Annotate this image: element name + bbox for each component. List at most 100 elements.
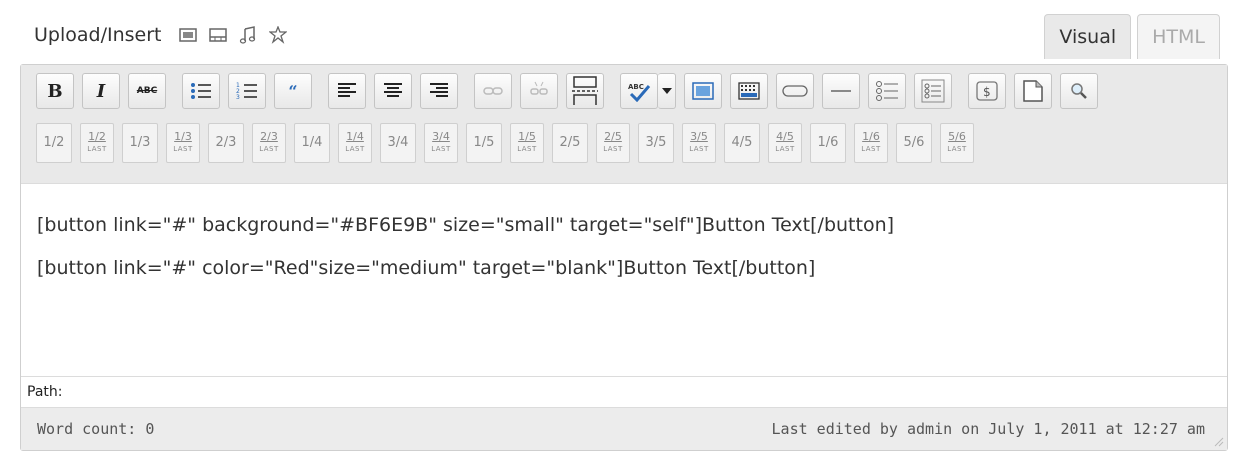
column-fraction-label: 4/5	[731, 135, 753, 150]
column-fraction-label: 1/5	[473, 135, 495, 150]
column-last-label: LAST	[947, 145, 967, 153]
column-1-3-button[interactable]: 1/3	[122, 123, 158, 163]
unlink-button[interactable]	[520, 73, 558, 109]
editor-frame: B I ABC 123 “ ABC $ 1/2 1/2 LAST 1/3 1/3…	[20, 64, 1228, 451]
align-left-button[interactable]	[328, 73, 366, 109]
content-line-2: [button link="#" color="Red"size="medium…	[37, 257, 816, 279]
upload-insert-label: Upload/Insert	[34, 24, 162, 46]
column-1-5-last-button[interactable]: 1/5 LAST	[510, 123, 544, 163]
list-box-icon	[921, 79, 945, 103]
column-3-4-button[interactable]: 3/4	[380, 123, 416, 163]
editor-topbar: Upload/Insert Visual HTML	[20, 14, 1228, 64]
bullet-list-button[interactable]	[182, 73, 220, 109]
fullscreen-button[interactable]	[684, 73, 722, 109]
search-replace-button[interactable]	[1060, 73, 1098, 109]
column-2-3-last-button[interactable]: 2/3 LAST	[252, 123, 286, 163]
align-left-icon	[338, 83, 356, 97]
column-fraction-label: 5/6	[903, 135, 925, 150]
column-last-label: LAST	[259, 145, 279, 153]
column-1-3-last-button[interactable]: 1/3 LAST	[166, 123, 200, 163]
resize-grip-icon[interactable]	[1212, 435, 1224, 447]
more-tag-icon	[572, 76, 598, 105]
column-fraction-label: 2/3	[215, 135, 237, 150]
column-fraction-label: 1/3	[174, 130, 192, 143]
column-fraction-label: 1/3	[129, 135, 151, 150]
editor-tabs: Visual HTML	[1038, 14, 1220, 59]
editor-content-area[interactable]: [button link="#" background="#BF6E9B" si…	[21, 184, 1227, 376]
divider-shortcode-button[interactable]	[822, 73, 860, 109]
strikethrough-button[interactable]: ABC	[128, 73, 166, 109]
bullet-list-icon	[191, 83, 211, 99]
column-last-label: LAST	[603, 145, 623, 153]
column-1-4-button[interactable]: 1/4	[294, 123, 330, 163]
image-icon[interactable]	[177, 24, 199, 46]
column-fraction-label: 5/6	[948, 130, 966, 143]
svg-text:ABC: ABC	[628, 83, 644, 91]
tab-visual[interactable]: Visual	[1044, 14, 1132, 59]
numbered-list-button[interactable]: 123	[228, 73, 266, 109]
media-icon[interactable]	[267, 24, 289, 46]
column-fraction-label: 1/5	[518, 130, 536, 143]
column-1-6-button[interactable]: 1/6	[810, 123, 846, 163]
column-fraction-label: 3/5	[690, 130, 708, 143]
align-right-button[interactable]	[420, 73, 458, 109]
last-edited: Last edited by admin on July 1, 2011 at …	[771, 420, 1205, 438]
column-last-label: LAST	[173, 145, 193, 153]
audio-icon[interactable]	[237, 24, 259, 46]
bold-button[interactable]: B	[36, 73, 74, 109]
divider-icon	[831, 90, 851, 92]
spellcheck-dropdown[interactable]	[658, 73, 676, 109]
numbered-list-icon: 123	[236, 82, 257, 101]
page-shortcode-button[interactable]	[1014, 73, 1052, 109]
blockquote-button[interactable]: “	[274, 73, 312, 109]
italic-button[interactable]: I	[82, 73, 120, 109]
column-5-6-button[interactable]: 5/6	[896, 123, 932, 163]
button-shortcode-button[interactable]	[776, 73, 814, 109]
column-fraction-label: 3/5	[645, 135, 667, 150]
column-fraction-label: 2/5	[559, 135, 581, 150]
column-1-2-last-button[interactable]: 1/2 LAST	[80, 123, 114, 163]
blockquote-icon: “	[288, 81, 298, 101]
column-4-5-last-button[interactable]: 4/5 LAST	[768, 123, 802, 163]
column-fraction-label: 2/3	[260, 130, 278, 143]
column-last-label: LAST	[87, 145, 107, 153]
insert-link-button[interactable]	[474, 73, 512, 109]
spellcheck-button[interactable]: ABC	[620, 73, 658, 109]
column-1-5-button[interactable]: 1/5	[466, 123, 502, 163]
column-3-4-last-button[interactable]: 3/4 LAST	[424, 123, 458, 163]
path-bar: Path:	[21, 376, 1227, 407]
tab-html[interactable]: HTML	[1137, 14, 1220, 59]
column-fraction-label: 1/2	[88, 130, 106, 143]
column-1-2-button[interactable]: 1/2	[36, 123, 72, 163]
search-icon	[1071, 83, 1087, 99]
price-shortcode-button[interactable]: $	[968, 73, 1006, 109]
column-last-label: LAST	[345, 145, 365, 153]
list-shortcode-button[interactable]	[868, 73, 906, 109]
status-bar: Word count: 0 Last edited by admin on Ju…	[21, 407, 1227, 450]
svg-text:$: $	[983, 85, 991, 99]
column-fraction-label: 1/6	[862, 130, 880, 143]
column-fraction-label: 2/5	[604, 130, 622, 143]
toggle-kitchen-sink-button[interactable]	[730, 73, 768, 109]
column-2-5-button[interactable]: 2/5	[552, 123, 588, 163]
column-fraction-label: 3/4	[432, 130, 450, 143]
upload-insert-bar: Upload/Insert	[34, 24, 297, 46]
column-fraction-label: 4/5	[776, 130, 794, 143]
kitchen-sink-icon	[738, 82, 760, 100]
word-count: Word count: 0	[37, 420, 155, 438]
column-3-5-last-button[interactable]: 3/5 LAST	[682, 123, 716, 163]
column-2-5-last-button[interactable]: 2/5 LAST	[596, 123, 630, 163]
column-1-4-last-button[interactable]: 1/4 LAST	[338, 123, 372, 163]
column-5-6-last-button[interactable]: 5/6 LAST	[940, 123, 974, 163]
column-1-6-last-button[interactable]: 1/6 LAST	[854, 123, 888, 163]
list-alt-shortcode-button[interactable]	[914, 73, 952, 109]
column-3-5-button[interactable]: 3/5	[638, 123, 674, 163]
align-center-button[interactable]	[374, 73, 412, 109]
column-4-5-button[interactable]: 4/5	[724, 123, 760, 163]
chevron-down-icon	[661, 88, 672, 94]
path-label: Path:	[27, 384, 63, 400]
video-icon[interactable]	[207, 24, 229, 46]
insert-more-button[interactable]	[566, 73, 604, 109]
column-2-3-button[interactable]: 2/3	[208, 123, 244, 163]
editor-toolbar: B I ABC 123 “ ABC $ 1/2 1/2 LAST 1/3 1/3…	[21, 65, 1227, 184]
